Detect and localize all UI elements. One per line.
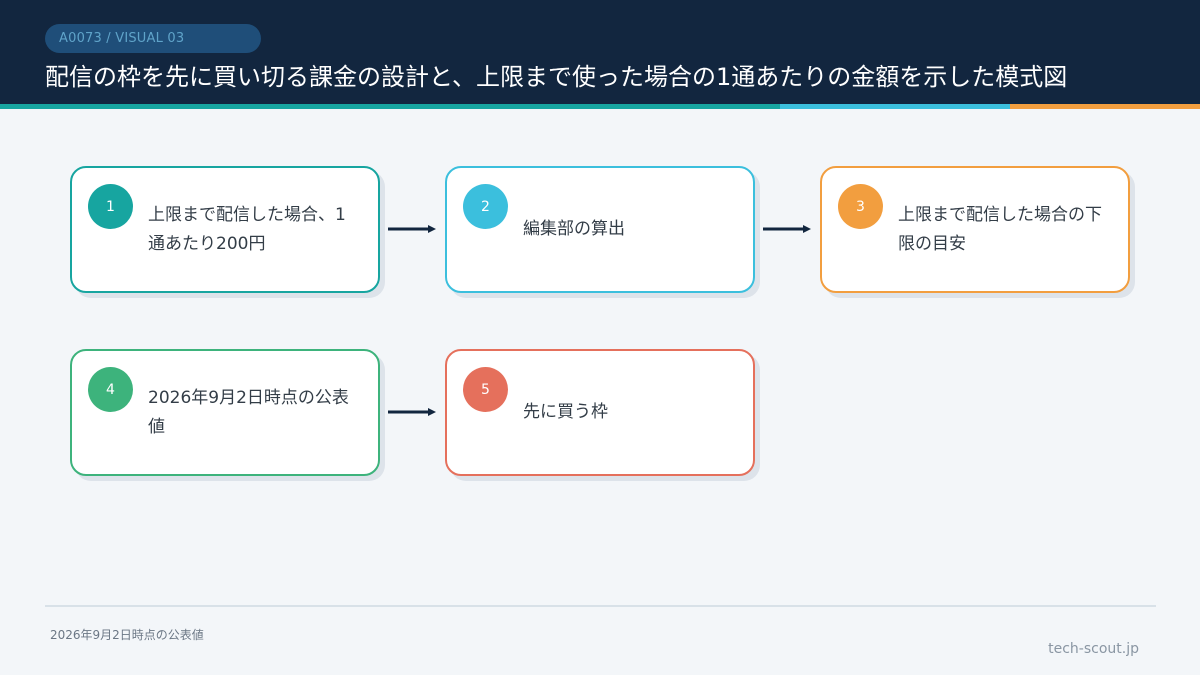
step-text: 上限まで配信した場合、1通あたり200円 xyxy=(148,204,346,254)
footer-source-note: 2026年9月2日時点の公表値 xyxy=(50,628,204,642)
visual-id-tag: A0073 / VISUAL 03 xyxy=(45,24,261,53)
footer-divider xyxy=(45,605,1156,607)
step-text: 先に買う枠 xyxy=(523,402,608,422)
arrow-right-icon xyxy=(763,225,811,233)
step-number-badge: 3 xyxy=(838,184,883,229)
step-text: 編集部の算出 xyxy=(523,219,625,239)
accent-stripe-teal xyxy=(0,104,780,109)
step-card-2: 2 編集部の算出 xyxy=(445,166,755,293)
step-card-1: 1 上限まで配信した場合、1通あたり200円 xyxy=(70,166,380,293)
footer-site-credit: tech-scout.jp xyxy=(1048,641,1139,657)
accent-stripe-sky xyxy=(780,104,1010,109)
accent-stripe-orange xyxy=(1010,104,1200,109)
step-number-badge: 5 xyxy=(463,367,508,412)
page-title: 配信の枠を先に買い切る課金の設計と、上限まで使った場合の1通あたりの金額を示した… xyxy=(45,63,1068,91)
step-text: 上限まで配信した場合の下限の目安 xyxy=(898,204,1102,254)
step-number-badge: 2 xyxy=(463,184,508,229)
step-number-badge: 1 xyxy=(88,184,133,229)
step-number-badge: 4 xyxy=(88,367,133,412)
step-text: 2026年9月2日時点の公表値 xyxy=(148,387,349,437)
header-bar: A0073 / VISUAL 03 配信の枠を先に買い切る課金の設計と、上限まで… xyxy=(0,0,1200,104)
step-card-5: 5 先に買う枠 xyxy=(445,349,755,476)
arrow-right-icon xyxy=(388,408,436,416)
step-card-3: 3 上限まで配信した場合の下限の目安 xyxy=(820,166,1130,293)
step-card-4: 4 2026年9月2日時点の公表値 xyxy=(70,349,380,476)
arrow-right-icon xyxy=(388,225,436,233)
